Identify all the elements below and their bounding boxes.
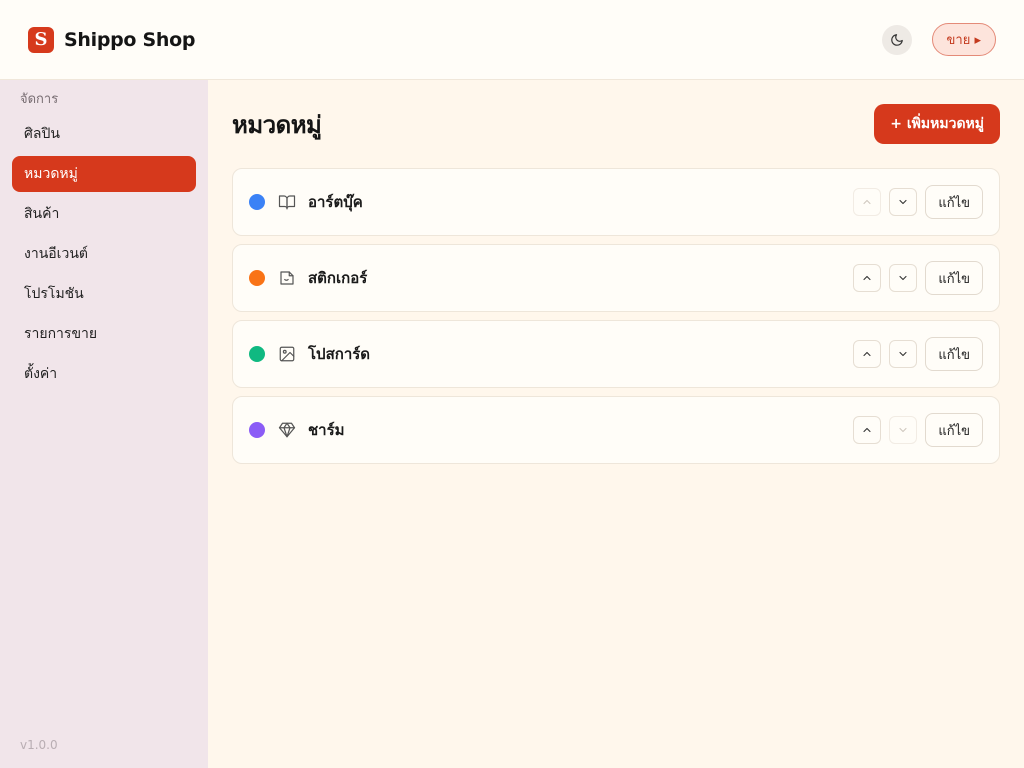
category-name: ชาร์ม <box>308 421 345 439</box>
chevron-down-icon <box>899 199 907 205</box>
category-row: อาร์ตบุ๊ค แก้ไข <box>232 168 1000 236</box>
sidebar-item-products[interactable]: สินค้า <box>12 196 196 232</box>
move-down-button[interactable] <box>889 188 918 216</box>
sidebar-item-categories[interactable]: หมวดหมู่ <box>12 156 196 192</box>
row-actions: แก้ไข <box>853 337 983 371</box>
sidebar-section-label: จัดการ <box>20 92 59 107</box>
moon-icon <box>890 33 903 46</box>
category-row: โปสการ์ด แก้ไข <box>232 320 1000 388</box>
sidebar: จัดการ ศิลปิน หมวดหมู่ สินค้า งานอีเวนต์… <box>0 80 208 768</box>
row-actions: แก้ไข <box>853 185 983 219</box>
sidebar-item-promotions[interactable]: โปรโมชัน <box>12 276 196 312</box>
page-title: หมวดหมู่ <box>232 110 322 139</box>
header-actions: ขาย ▸ <box>881 23 996 56</box>
chevron-up-icon <box>863 427 871 433</box>
sticker-icon <box>278 269 296 287</box>
move-up-button[interactable] <box>853 340 882 368</box>
category-name: อาร์ตบุ๊ค <box>308 193 363 211</box>
category-list: อาร์ตบุ๊ค แก้ไข สติกเกอร์ แก้ไข โปสการ์ด… <box>232 168 1000 464</box>
add-category-button[interactable]: + เพิ่มหมวดหมู่ <box>874 104 1000 144</box>
move-down-button[interactable] <box>889 416 918 444</box>
move-down-button[interactable] <box>889 340 918 368</box>
chevron-down-icon <box>899 275 907 281</box>
logo-icon[interactable]: S <box>28 26 54 53</box>
category-row: ชาร์ม แก้ไข <box>232 396 1000 464</box>
move-up-button[interactable] <box>853 188 882 216</box>
book-icon <box>278 193 296 211</box>
edit-button[interactable]: แก้ไข <box>925 413 983 447</box>
image-icon <box>278 345 296 363</box>
category-row: สติกเกอร์ แก้ไข <box>232 244 1000 312</box>
row-actions: แก้ไข <box>853 413 983 447</box>
category-color-dot <box>249 346 265 362</box>
sidebar-item-artists[interactable]: ศิลปิน <box>12 116 196 152</box>
sidebar-item-sales[interactable]: รายการขาย <box>12 316 196 352</box>
top-header: S Shippo Shop ขาย ▸ <box>0 0 1024 80</box>
edit-button[interactable]: แก้ไข <box>925 337 983 371</box>
theme-toggle-button[interactable] <box>881 24 912 55</box>
chevron-up-icon <box>863 275 871 281</box>
category-name: โปสการ์ด <box>308 345 371 363</box>
move-down-button[interactable] <box>889 264 918 292</box>
chevron-down-icon <box>899 351 907 357</box>
move-up-button[interactable] <box>853 264 882 292</box>
category-color-dot <box>249 194 265 210</box>
category-color-dot <box>249 422 265 438</box>
category-name: สติกเกอร์ <box>308 269 368 287</box>
main-content: หมวดหมู่ + เพิ่มหมวดหมู่ อาร์ตบุ๊ค แก้ไข <box>208 80 1024 768</box>
edit-button[interactable]: แก้ไข <box>925 261 983 295</box>
chevron-down-icon <box>899 427 907 433</box>
version-label: v1.0.0 <box>20 738 58 752</box>
gem-icon <box>278 421 296 439</box>
sidebar-item-settings[interactable]: ตั้งค่า <box>12 356 196 392</box>
category-color-dot <box>249 270 265 286</box>
sidebar-item-events[interactable]: งานอีเวนต์ <box>12 236 196 272</box>
sell-button[interactable]: ขาย ▸ <box>931 23 996 56</box>
chevron-up-icon <box>863 351 871 357</box>
chevron-up-icon <box>863 199 871 205</box>
page-header: หมวดหมู่ + เพิ่มหมวดหมู่ <box>232 104 1000 144</box>
brand-name[interactable]: Shippo Shop <box>64 29 195 51</box>
move-up-button[interactable] <box>853 416 882 444</box>
row-actions: แก้ไข <box>853 261 983 295</box>
edit-button[interactable]: แก้ไข <box>925 185 983 219</box>
